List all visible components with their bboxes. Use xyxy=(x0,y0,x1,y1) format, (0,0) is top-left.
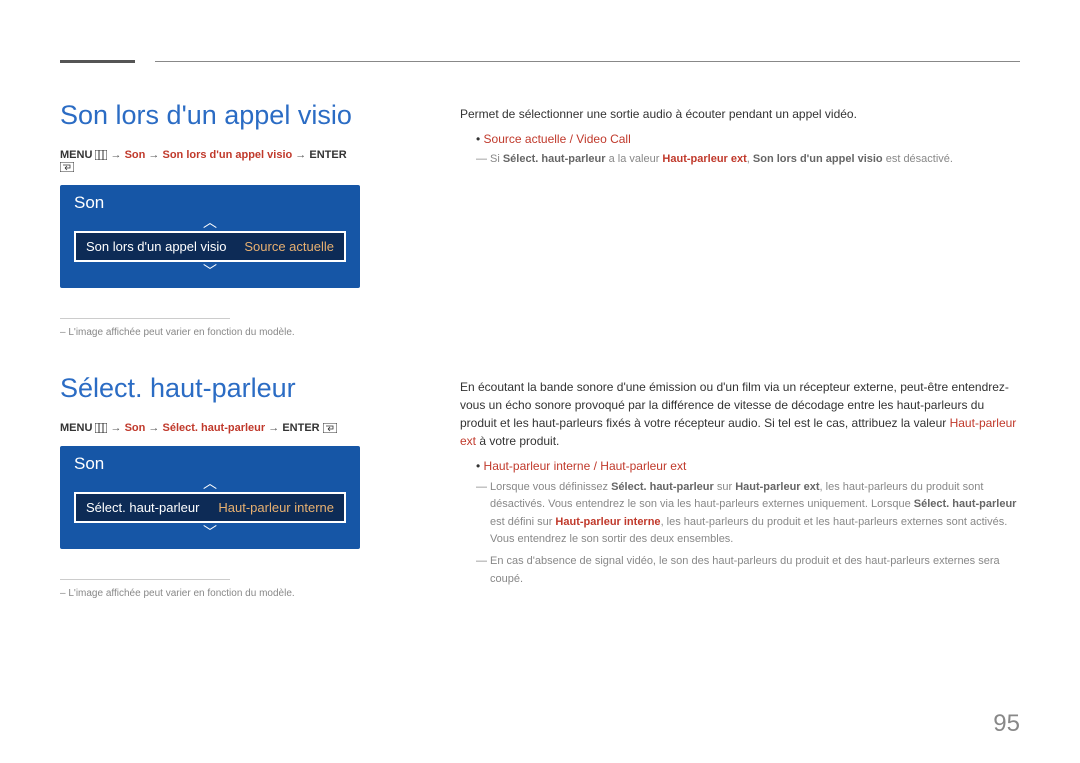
chevron-up-icon[interactable]: ︿ xyxy=(60,213,360,231)
osd-selected-row[interactable]: Sélect. haut-parleur Haut-parleur intern… xyxy=(74,492,346,523)
enter-icon xyxy=(323,422,337,434)
osd-row-label: Sélect. haut-parleur xyxy=(86,500,199,515)
osd-header: Son xyxy=(60,185,360,213)
section1-intro: Permet de sélectionner une sortie audio … xyxy=(460,105,1020,123)
enter-icon xyxy=(60,161,74,173)
section-audio-video-call: Son lors d'un appel visio MENU → Son → S… xyxy=(60,100,1020,338)
section1-menu-path: MENU → Son → Son lors d'un appel visio →… xyxy=(60,149,360,173)
osd-panel-1: Son ︿ Son lors d'un appel visio Source a… xyxy=(60,185,360,288)
chevron-up-icon[interactable]: ︿ xyxy=(60,474,360,492)
page-number: 95 xyxy=(993,710,1020,738)
menu-icon xyxy=(95,149,107,161)
header-rule-short xyxy=(60,60,135,63)
osd-row-value: Source actuelle xyxy=(244,239,334,254)
osd-header: Son xyxy=(60,446,360,474)
divider xyxy=(60,318,230,319)
section1-title: Son lors d'un appel visio xyxy=(60,100,360,131)
section2-note2: En cas d'absence de signal vidéo, le son… xyxy=(476,553,1020,588)
section2-note1: Lorsque vous définissez Sélect. haut-par… xyxy=(476,479,1020,549)
section1-note: Si Sélect. haut-parleur a la valeur Haut… xyxy=(476,151,1020,169)
osd-panel-2: Son ︿ Sélect. haut-parleur Haut-parleur … xyxy=(60,446,360,549)
chevron-down-icon[interactable]: ﹀ xyxy=(60,262,360,280)
osd-row-label: Son lors d'un appel visio xyxy=(86,239,227,254)
section-speaker-select: Sélect. haut-parleur MENU → Son → Sélect… xyxy=(60,373,1020,599)
section2-menu-path: MENU → Son → Sélect. haut-parleur → ENTE… xyxy=(60,422,360,434)
section2-footnote: L'image affichée peut varier en fonction… xyxy=(60,588,360,599)
header-rule-long xyxy=(155,61,1020,62)
section2-title: Sélect. haut-parleur xyxy=(60,373,360,404)
osd-selected-row[interactable]: Son lors d'un appel visio Source actuell… xyxy=(74,231,346,262)
divider xyxy=(60,579,230,580)
chevron-down-icon[interactable]: ﹀ xyxy=(60,523,360,541)
section1-footnote: L'image affichée peut varier en fonction… xyxy=(60,327,360,338)
menu-icon xyxy=(95,422,107,434)
section1-bullet: Source actuelle / Video Call xyxy=(476,129,1020,149)
osd-row-value: Haut-parleur interne xyxy=(218,500,334,515)
section2-intro: En écoutant la bande sonore d'une émissi… xyxy=(460,378,1020,450)
section2-bullet: Haut-parleur interne / Haut-parleur ext xyxy=(476,456,1020,476)
